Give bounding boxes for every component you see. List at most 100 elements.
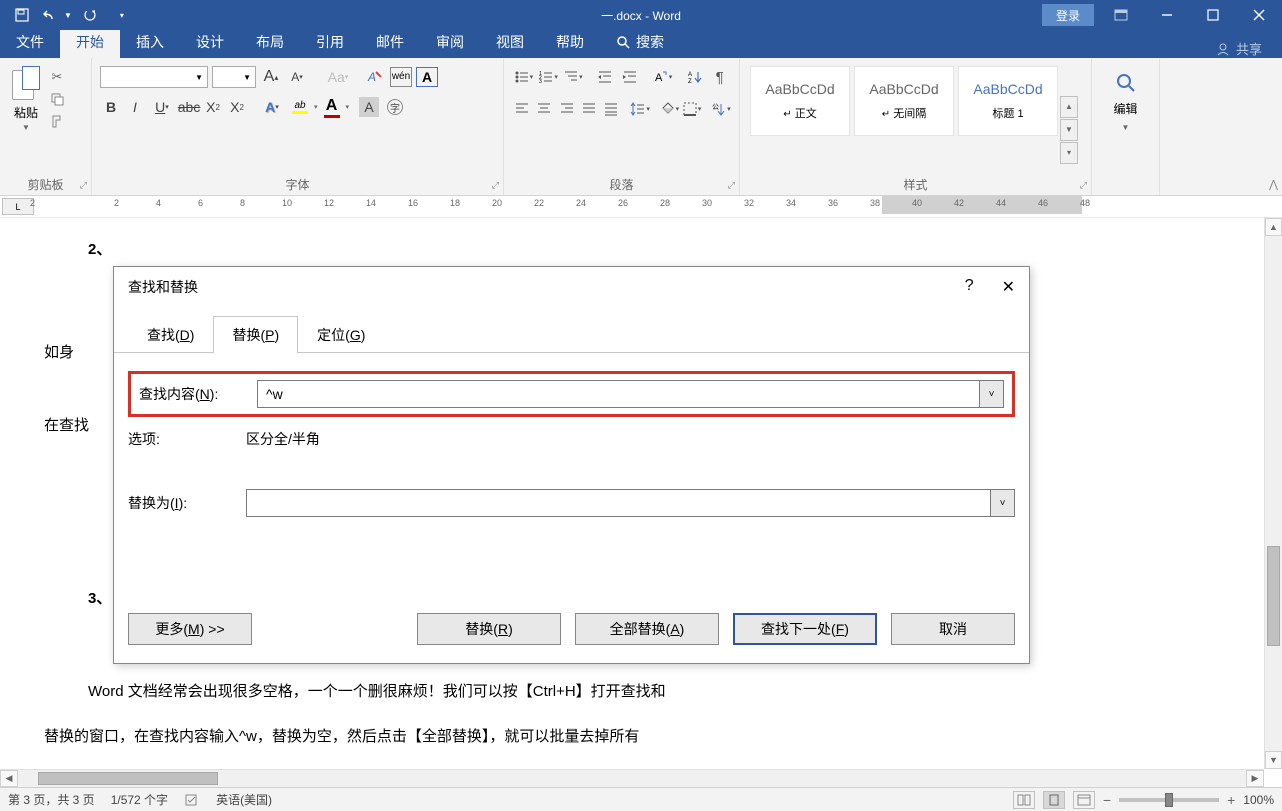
multilevel-list-button[interactable]: ▾ <box>562 66 585 88</box>
bold-button[interactable]: B <box>100 96 122 118</box>
hscroll-thumb[interactable] <box>38 772 218 785</box>
tab-home[interactable]: 开始 <box>60 26 120 58</box>
grow-font-button[interactable]: A▴ <box>260 66 282 88</box>
save-icon[interactable] <box>12 5 32 25</box>
decrease-indent-button[interactable] <box>594 66 617 88</box>
more-button[interactable]: 更多(M) >> <box>128 613 252 645</box>
phonetic-guide-button[interactable]: wén <box>390 67 412 87</box>
undo-icon[interactable] <box>40 5 60 25</box>
close-icon[interactable] <box>1236 0 1282 30</box>
horizontal-scrollbar[interactable]: ◀ ▶ <box>0 769 1264 787</box>
borders-button[interactable]: ▾ <box>682 98 702 120</box>
dialog-tab-find[interactable]: 查找(D) <box>128 316 213 353</box>
asian-layout-button[interactable]: A▾ <box>651 66 674 88</box>
align-justify-button[interactable] <box>579 98 599 120</box>
sort-button[interactable]: AZ <box>684 66 707 88</box>
strikethrough-button[interactable]: abc <box>178 96 200 118</box>
zoom-level[interactable]: 100% <box>1243 793 1274 807</box>
spellcheck-icon[interactable] <box>184 792 200 808</box>
paste-button[interactable]: 粘贴 ▼ <box>8 62 44 193</box>
find-next-button[interactable]: 查找下一处(F) <box>733 613 877 645</box>
tab-file[interactable]: 文件 <box>0 26 60 58</box>
scroll-right-icon[interactable]: ▶ <box>1246 770 1264 787</box>
minimize-icon[interactable] <box>1144 0 1190 30</box>
dialog-tab-replace[interactable]: 替换(P) <box>213 316 298 353</box>
show-marks-button[interactable]: ¶ <box>708 66 731 88</box>
find-dropdown-icon[interactable]: ˅ <box>980 380 1004 408</box>
dialog-help-icon[interactable]: ? <box>965 277 974 297</box>
status-page[interactable]: 第 3 页，共 3 页 <box>8 791 95 808</box>
snap-to-grid-button[interactable]: 公▾ <box>711 98 731 120</box>
format-painter-icon[interactable] <box>48 112 66 130</box>
tab-mailings[interactable]: 邮件 <box>360 26 420 58</box>
qat-customize-icon[interactable]: ▾ <box>120 11 124 20</box>
align-center-button[interactable] <box>534 98 554 120</box>
styles-scroll-up-icon[interactable]: ▲ <box>1060 96 1078 118</box>
font-size-combo[interactable]: ▼ <box>212 66 256 88</box>
char-shading-button[interactable]: A <box>359 97 379 117</box>
tab-layout[interactable]: 布局 <box>240 26 300 58</box>
ribbon-display-options-icon[interactable] <box>1098 0 1144 30</box>
editing-button[interactable]: 编辑 ▼ <box>1100 62 1151 132</box>
replace-input[interactable] <box>246 489 991 517</box>
font-color-button[interactable]: A <box>320 97 344 118</box>
tab-references[interactable]: 引用 <box>300 26 360 58</box>
zoom-out-icon[interactable]: − <box>1103 792 1111 808</box>
zoom-thumb[interactable] <box>1165 793 1173 807</box>
numbering-button[interactable]: 123▾ <box>537 66 560 88</box>
find-input[interactable] <box>257 380 980 408</box>
cancel-button[interactable]: 取消 <box>891 613 1015 645</box>
align-right-button[interactable] <box>556 98 576 120</box>
scroll-down-icon[interactable]: ▼ <box>1265 751 1282 769</box>
styles-scroll-down-icon[interactable]: ▼ <box>1060 119 1078 141</box>
tab-view[interactable]: 视图 <box>480 26 540 58</box>
tab-help[interactable]: 帮助 <box>540 26 600 58</box>
increase-indent-button[interactable] <box>619 66 642 88</box>
shrink-font-button[interactable]: A▾ <box>286 66 308 88</box>
tab-review[interactable]: 审阅 <box>420 26 480 58</box>
replace-button[interactable]: 替换(R) <box>417 613 561 645</box>
zoom-in-icon[interactable]: + <box>1227 792 1235 808</box>
subscript-button[interactable]: X2 <box>202 96 224 118</box>
view-read-icon[interactable] <box>1013 791 1035 809</box>
scroll-left-icon[interactable]: ◀ <box>0 770 18 787</box>
zoom-slider[interactable] <box>1119 798 1219 802</box>
clear-format-button[interactable]: A <box>364 66 386 88</box>
share-button[interactable]: 共享 <box>1236 39 1262 58</box>
scroll-up-icon[interactable]: ▲ <box>1265 218 1282 236</box>
replace-all-button[interactable]: 全部替换(A) <box>575 613 719 645</box>
shading-button[interactable]: ▾ <box>659 98 679 120</box>
styles-expand-dialog-icon[interactable]: ⤢ <box>1080 180 1087 191</box>
superscript-button[interactable]: X2 <box>226 96 248 118</box>
font-name-combo[interactable]: ▼ <box>100 66 208 88</box>
view-web-icon[interactable] <box>1073 791 1095 809</box>
style-nospace[interactable]: AaBbCcDd ↵ 无间隔 <box>854 66 954 136</box>
login-button[interactable]: 登录 <box>1042 4 1094 26</box>
tab-design[interactable]: 设计 <box>180 26 240 58</box>
vscroll-thumb[interactable] <box>1267 546 1280 646</box>
cut-icon[interactable]: ✂ <box>48 68 66 86</box>
tell-me-search[interactable]: 搜索 <box>600 26 680 58</box>
tab-insert[interactable]: 插入 <box>120 26 180 58</box>
horizontal-ruler[interactable]: 2246810121416182022242628303234363840424… <box>36 196 1282 217</box>
style-heading1[interactable]: AaBbCcDd 标题 1 <box>958 66 1058 136</box>
status-language[interactable]: 英语(美国) <box>216 791 272 808</box>
font-expand-icon[interactable]: ⤢ <box>492 180 499 191</box>
styles-expand-icon[interactable]: ▾ <box>1060 142 1078 164</box>
char-border-button[interactable]: A <box>416 67 438 87</box>
change-case-button[interactable]: Aa▾ <box>324 66 352 88</box>
align-left-button[interactable] <box>512 98 532 120</box>
style-normal[interactable]: AaBbCcDd ↵ 正文 <box>750 66 850 136</box>
highlight-button[interactable]: ab <box>288 100 312 114</box>
redo-icon[interactable] <box>80 5 100 25</box>
collapse-ribbon-icon[interactable]: ⋀ <box>1269 178 1278 191</box>
paragraph-expand-icon[interactable]: ⤢ <box>728 180 735 191</box>
italic-button[interactable]: I <box>124 96 146 118</box>
bullets-button[interactable]: ▾ <box>512 66 535 88</box>
undo-dropdown-icon[interactable]: ▼ <box>64 11 72 20</box>
vertical-scrollbar[interactable]: ▲ ▼ <box>1264 218 1282 769</box>
dialog-close-icon[interactable]: ✕ <box>1002 277 1015 297</box>
text-effects-button[interactable]: A▾ <box>258 96 286 118</box>
replace-dropdown-icon[interactable]: ˅ <box>991 489 1015 517</box>
clipboard-expand-icon[interactable]: ⤢ <box>80 180 87 191</box>
